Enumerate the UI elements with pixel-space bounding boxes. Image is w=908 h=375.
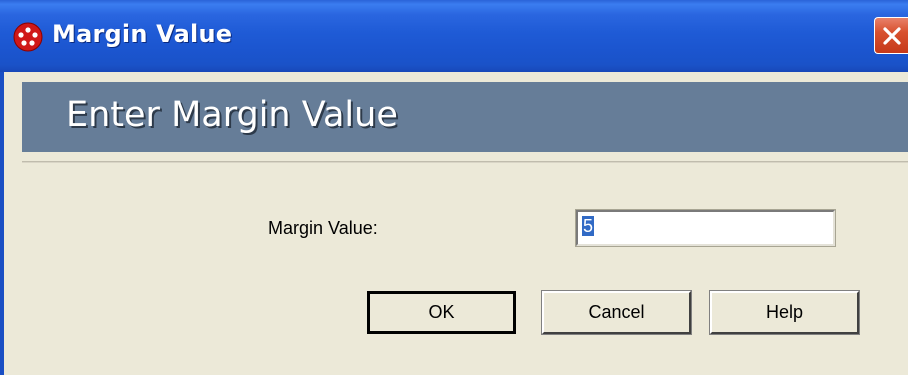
page-title: Enter Margin Value — [66, 95, 398, 135]
margin-value-label: Margin Value: — [268, 218, 378, 238]
close-icon — [883, 27, 901, 45]
help-button[interactable]: Help — [709, 290, 860, 335]
header-banner: Enter Margin Value — [22, 82, 908, 152]
close-button[interactable] — [874, 17, 908, 54]
ok-button[interactable]: OK — [367, 291, 516, 334]
divider — [22, 161, 908, 163]
title-bar[interactable]: Margin Value — [0, 0, 908, 72]
cancel-button[interactable]: Cancel — [541, 290, 692, 335]
margin-value-input[interactable]: 5 — [575, 209, 836, 247]
window-title: Margin Value — [52, 20, 233, 48]
window-frame-left — [0, 72, 4, 375]
red-app-icon — [13, 22, 43, 52]
margin-value-text: 5 — [582, 216, 595, 236]
margin-value-dialog: Margin Value Enter Margin Value Margin V… — [0, 0, 908, 375]
